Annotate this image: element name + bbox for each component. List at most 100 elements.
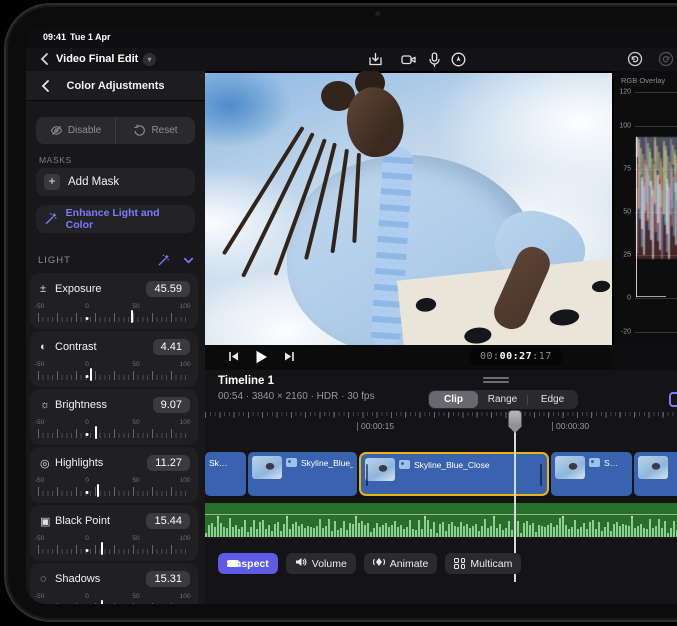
slider-name: Exposure [55, 283, 146, 295]
magic-wand-icon [44, 212, 58, 226]
video-preview[interactable] [205, 71, 612, 345]
playhead-handle[interactable] [508, 410, 522, 426]
add-mask-button[interactable]: + Add Mask [36, 168, 195, 196]
slider-marker[interactable] [131, 310, 133, 323]
mode-clip[interactable]: Clip [429, 391, 478, 408]
speaker-icon [295, 556, 307, 571]
tool-label: Multicam [470, 558, 512, 570]
panel-drag-handle[interactable] [483, 377, 509, 385]
undo-icon[interactable] [627, 51, 643, 67]
slider-ruler[interactable]: -50050100 [38, 361, 190, 383]
media-icon [399, 460, 410, 469]
audio-waveform [205, 515, 677, 537]
scope-axis-label: 50 [614, 209, 631, 216]
scope-axis-label: 100 [614, 123, 631, 130]
import-icon[interactable] [367, 51, 384, 68]
slider-value[interactable]: 11.27 [147, 455, 190, 471]
scope-axis-label: 25 [614, 251, 631, 258]
slider-value[interactable]: 45.59 [146, 281, 190, 297]
date: Tue 1 Apr [70, 32, 111, 42]
pencil-annotate-icon[interactable] [450, 51, 467, 68]
timeline-clip[interactable]: Sk… [205, 452, 246, 496]
masks-section-label: MASKS [39, 155, 72, 165]
animate-button[interactable]: Animate [364, 553, 438, 574]
status-bar: 09:41 Tue 1 Apr [26, 26, 677, 48]
clock: 09:41 [43, 32, 66, 42]
audio-track[interactable] [205, 503, 677, 537]
reset-label: Reset [151, 125, 177, 136]
slider-highlights[interactable]: ◎ Highlights 11.27 -50050100 [30, 447, 198, 503]
panel-header: Color Adjustments [26, 71, 205, 101]
playhead-handle-tip [508, 426, 522, 433]
trim-handle-left[interactable] [366, 464, 368, 486]
enhance-light-color-button[interactable]: Enhance Light and Color [36, 205, 195, 233]
eye-off-icon [50, 124, 63, 137]
slider-ruler[interactable]: -50050100 [38, 535, 190, 557]
chevron-down-icon[interactable]: ▾ [143, 53, 156, 66]
slider-contrast[interactable]: ◐ Contrast 4.41 -50050100 [30, 331, 198, 387]
timeline-clip[interactable]: Skyline_Blue_Wide [248, 452, 357, 496]
timeline-clip[interactable] [634, 452, 677, 496]
slider-head: ◌ Shadows 15.31 [40, 570, 190, 588]
microphone-icon[interactable] [426, 51, 443, 68]
slider-name: Highlights [55, 457, 147, 469]
scope-zero-line [636, 296, 666, 297]
timeline-clip[interactable]: Skyline_Blue_Close [359, 452, 549, 496]
slider-ruler[interactable]: -50050100 [38, 303, 190, 325]
slider-ruler[interactable]: -50050100 [38, 477, 190, 499]
slider-marker[interactable] [97, 484, 99, 497]
slider-ruler[interactable]: -50050100 [38, 419, 190, 441]
rgb-overlay-scope: RGB Overlay 1201007550250-20 [612, 71, 677, 345]
project-title[interactable]: Video Final Edit [56, 53, 138, 65]
skip-to-start-icon[interactable] [227, 350, 240, 363]
volume-button[interactable]: Volume [286, 553, 356, 574]
inspect-button[interactable]: Inspect [218, 553, 278, 574]
back-icon[interactable] [38, 52, 52, 66]
trim-handle-right[interactable] [540, 464, 542, 486]
cutoff-blue-button[interactable] [669, 392, 677, 407]
add-mask-label: Add Mask [68, 176, 119, 188]
clip-label: Sk… [209, 458, 227, 468]
slider-marker[interactable] [101, 600, 103, 604]
slider-brightness[interactable]: ☼ Brightness 9.07 -50050100 [30, 389, 198, 445]
skip-to-end-icon[interactable] [283, 350, 296, 363]
slider-value[interactable]: 4.41 [153, 339, 190, 355]
tick-label: 0 [85, 535, 89, 542]
camera-icon[interactable] [400, 51, 417, 68]
timeline-clip[interactable]: S… [551, 452, 632, 496]
clip-label: Skyline_Blue_Wide [301, 458, 353, 468]
disable-button[interactable]: Disable [36, 117, 115, 144]
slider-origin-dot [86, 433, 89, 436]
slider-marker[interactable] [90, 368, 92, 381]
title-bar: Video Final Edit ▾ [26, 48, 677, 71]
scope-waveform [636, 137, 677, 259]
tick-label: 0 [85, 477, 89, 484]
auto-enhance-icon[interactable] [157, 254, 170, 267]
tick-label: 100 [180, 535, 191, 542]
timecode-display[interactable]: 00:00:27:17 [470, 348, 562, 365]
slider-shadows[interactable]: ◌ Shadows 15.31 -50050100 [30, 563, 198, 604]
timeline-ruler[interactable]: 00:00:1500:00:30 [205, 412, 677, 440]
slider-marker[interactable] [95, 426, 97, 439]
slider-black-point[interactable]: ▣ Black Point 15.44 -50050100 [30, 505, 198, 561]
mode-range[interactable]: Range [478, 391, 527, 408]
play-button-icon[interactable] [253, 349, 269, 365]
tick-label: -50 [35, 419, 44, 426]
slider-marker[interactable] [101, 542, 103, 555]
slider-value[interactable]: 9.07 [153, 397, 190, 413]
collapse-chevron-icon[interactable] [182, 254, 195, 267]
slider-value[interactable]: 15.31 [146, 571, 190, 587]
clip-track: Sk… Skyline_Blue_Wide Skyline_Blue_CloseS… [205, 452, 677, 496]
clip-thumbnail [365, 458, 395, 481]
reset-button[interactable]: Reset [115, 117, 195, 144]
edit-mode-segmented-control: ClipRangeEdge [428, 390, 578, 409]
slider-ruler[interactable]: -50050100 [38, 593, 190, 604]
contrast-icon: ◐ [40, 341, 55, 353]
slider-value[interactable]: 15.44 [146, 513, 190, 529]
page-background: 09:41 Tue 1 Apr Video Final Edit ▾ [0, 0, 677, 626]
video-frame-sky [205, 73, 612, 345]
redo-icon[interactable] [658, 51, 674, 67]
mode-edge[interactable]: Edge [528, 391, 577, 408]
multicam-button[interactable]: Multicam [445, 553, 521, 574]
slider-exposure[interactable]: ± Exposure 45.59 -50050100 [30, 273, 198, 329]
